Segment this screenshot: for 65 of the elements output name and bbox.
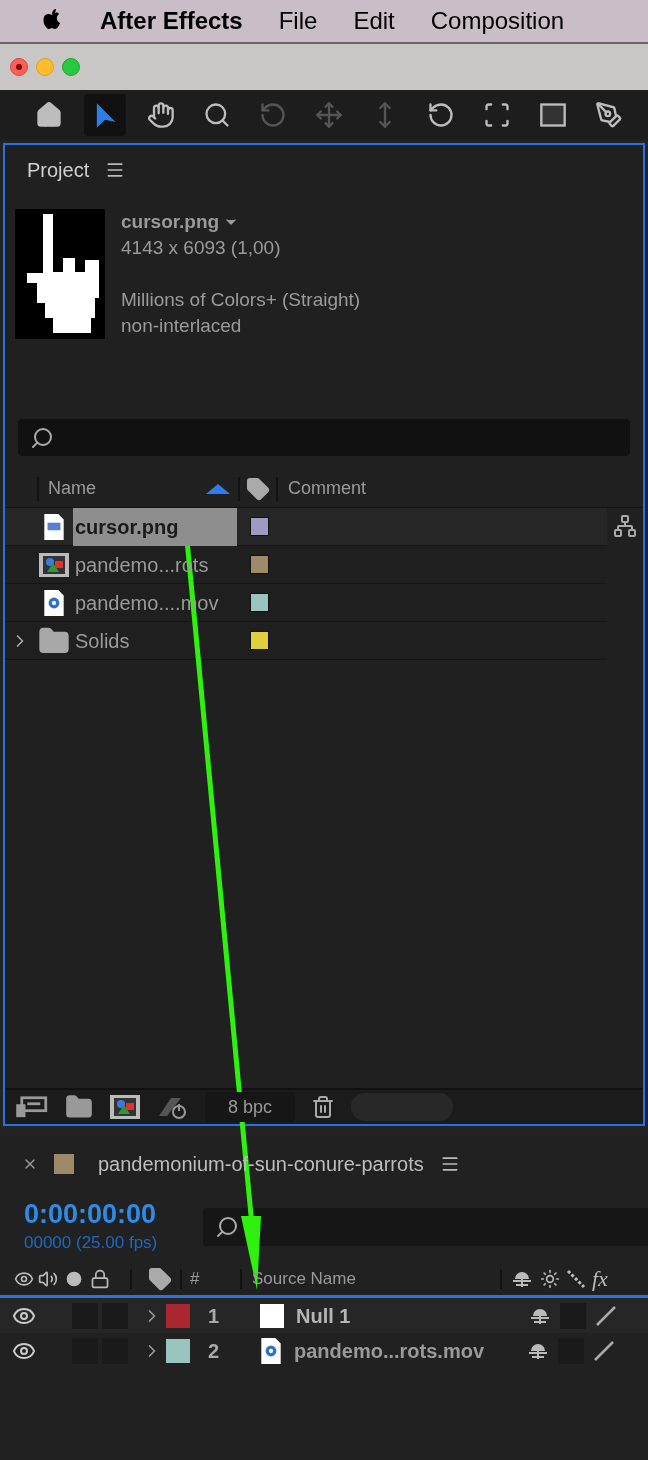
- solo-column-icon: [66, 1270, 82, 1287]
- interpret-footage-icon[interactable]: [13, 1095, 49, 1119]
- menu-item[interactable]: Composition: [430, 3, 565, 39]
- menu-item[interactable]: File: [278, 3, 318, 39]
- label-column-icon: [148, 1266, 172, 1291]
- zoom-icon: [203, 101, 231, 129]
- composition-icon: [109, 1094, 141, 1120]
- sort-ascending-icon: [206, 483, 230, 494]
- layer-label-swatch[interactable]: [166, 1338, 190, 1363]
- label-color-swatch[interactable]: [250, 555, 269, 574]
- flowchart-icon[interactable]: [613, 514, 637, 538]
- pen-icon: [595, 101, 623, 129]
- comment-column-header[interactable]: Comment: [288, 475, 367, 502]
- new-folder-icon[interactable]: [65, 1093, 93, 1121]
- item-name: cursor.png: [73, 507, 237, 546]
- dimensions-text: 4143 x 6093 (1,00): [121, 236, 282, 260]
- label-color-swatch[interactable]: [250, 517, 269, 536]
- collapse-column-icon: [566, 1268, 586, 1289]
- interlace-text: non-interlaced: [121, 314, 243, 338]
- panel-title: Project: [27, 158, 90, 183]
- item-name: Solids: [74, 628, 131, 654]
- image-file-icon: [43, 512, 65, 541]
- tool-button[interactable]: [84, 94, 126, 136]
- audio-column-icon: [38, 1268, 58, 1289]
- trash-icon[interactable]: [311, 1095, 335, 1119]
- layer-number: 1: [208, 1303, 221, 1329]
- number-column-header: #: [190, 1267, 201, 1290]
- orbit-icon: [259, 101, 287, 129]
- quality-slash-icon[interactable]: [592, 1338, 616, 1363]
- label-color-swatch[interactable]: [250, 593, 269, 612]
- layer-search-field[interactable]: [203, 1208, 648, 1246]
- quality-column-icon: [540, 1268, 560, 1289]
- layer-number: 2: [208, 1338, 221, 1364]
- composition-icon: [38, 551, 70, 578]
- label-column-icon[interactable]: [246, 476, 270, 501]
- frame-rate-text: 00000 (25.00 fps): [24, 1232, 159, 1255]
- search-field[interactable]: [18, 419, 630, 456]
- move-icon: [315, 101, 343, 129]
- label-color-swatch[interactable]: [250, 631, 269, 650]
- rotate-icon: [427, 101, 455, 129]
- bit-depth-button[interactable]: 8 bpc: [205, 1092, 295, 1122]
- menu-item[interactable]: Edit: [353, 3, 395, 39]
- search-icon: [30, 425, 54, 450]
- search-icon: [215, 1215, 239, 1239]
- layer-row[interactable]: 1 Null 1: [0, 1298, 648, 1333]
- movie-file-icon: [260, 1336, 282, 1365]
- hand-icon: [147, 101, 175, 129]
- layer-label-swatch[interactable]: [166, 1303, 190, 1328]
- name-column-header[interactable]: Name: [48, 475, 206, 502]
- effects-column-header-icon: fx: [592, 1262, 608, 1295]
- file-name: cursor.png: [121, 210, 220, 234]
- lock-column-icon: [90, 1268, 110, 1289]
- null-layer-icon: [260, 1303, 284, 1328]
- layer-name: Null 1: [296, 1303, 352, 1329]
- anchor-point-icon: [483, 101, 511, 129]
- timecode-display[interactable]: 0:00:00:00: [24, 1198, 203, 1231]
- home-icon: [35, 101, 63, 129]
- app-name-menu[interactable]: After Effects: [100, 3, 243, 39]
- movie-file-icon: [43, 588, 65, 617]
- project-item-row[interactable]: cursor.png: [5, 508, 607, 546]
- layer-name: pandemo...rots.mov: [294, 1338, 486, 1364]
- rectangle-icon: [539, 101, 567, 129]
- quality-slash-icon[interactable]: [594, 1303, 618, 1328]
- close-window-icon[interactable]: [10, 58, 28, 76]
- color-info-text: Millions of Colors+ (Straight): [121, 288, 361, 312]
